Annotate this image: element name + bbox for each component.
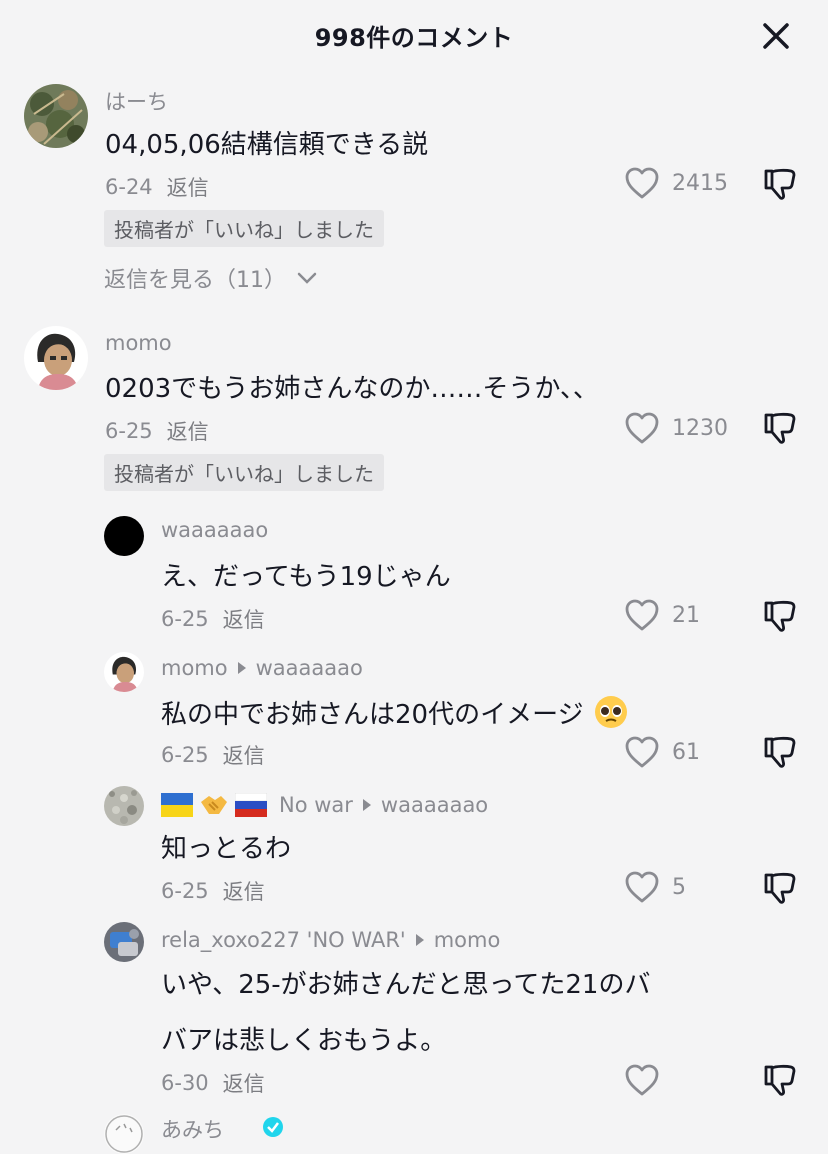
heart-icon (625, 599, 659, 631)
like-button[interactable]: 2415 (624, 166, 728, 200)
reply-username[interactable]: momo (161, 656, 228, 680)
like-count: 21 (672, 602, 700, 628)
avatar[interactable] (104, 786, 144, 826)
reply-text-line: バアは悲しくおもうよ。 (161, 1026, 447, 1056)
reply-text-line: いや、25-がお姉さんだと思ってた21のバ (161, 970, 651, 1000)
like-button[interactable]: 1230 (624, 411, 728, 445)
creator-liked-badge: 投稿者が「いいね」しました (104, 210, 384, 247)
reply-username-row: momo waaaaaao (161, 656, 363, 680)
like-button[interactable]: 61 (624, 735, 700, 769)
reply-button[interactable]: 返信 (223, 876, 265, 906)
dislike-icon[interactable] (762, 734, 802, 774)
reply-text: 知っとるわ (161, 834, 292, 864)
heart-icon (625, 871, 659, 903)
avatar[interactable] (104, 516, 144, 556)
reply-arrow-icon (237, 662, 246, 674)
reply-button[interactable]: 返信 (167, 172, 209, 202)
chevron-down-icon (297, 272, 317, 284)
reply-text: 私の中でお姉さんは20代のイメージ (161, 694, 628, 736)
like-button[interactable] (624, 1063, 672, 1097)
reply-date: 6-25 (161, 879, 209, 903)
reply-username[interactable]: No war (279, 793, 353, 817)
heart-icon (625, 167, 659, 199)
reply-date: 6-25 (161, 607, 209, 631)
reply-username[interactable]: waaaaaao (161, 518, 268, 542)
view-replies-label: 返信を見る（11） (104, 268, 286, 293)
dislike-icon[interactable] (762, 410, 802, 450)
reply-meta: 6-25 返信 (161, 740, 265, 770)
like-count: 5 (672, 874, 686, 900)
reply-button[interactable]: 返信 (167, 416, 209, 446)
reply-username-row: No war waaaaaao (161, 792, 488, 818)
like-button[interactable]: 5 (624, 870, 686, 904)
comment-count-title: 998件のコメント (314, 24, 514, 52)
reply-date: 6-25 (161, 743, 209, 767)
flags-emoji-group (161, 792, 267, 818)
reply-button[interactable]: 返信 (223, 740, 265, 770)
like-count: 61 (672, 739, 700, 765)
reply-to-username[interactable]: waaaaaao (381, 793, 488, 817)
comment-meta: 6-24 返信 (105, 172, 209, 202)
comment-meta: 6-25 返信 (105, 416, 209, 446)
like-count: 2415 (672, 170, 728, 196)
comment-text: 0203でもうお姉さんなのか……そうか、、 (105, 374, 599, 404)
verified-badge-icon (262, 1116, 284, 1143)
creator-liked-badge: 投稿者が「いいね」しました (104, 454, 384, 491)
view-replies-button[interactable]: 返信を見る（11） (104, 262, 318, 294)
dislike-icon[interactable] (762, 870, 802, 910)
comments-header: 998件のコメント (0, 0, 828, 68)
comment-date: 6-24 (105, 175, 153, 199)
comment-username[interactable]: はーち (105, 86, 168, 116)
reply-arrow-icon (415, 934, 424, 946)
like-count: 1230 (672, 415, 728, 441)
pleading-face-emoji-icon (594, 695, 628, 736)
heart-icon (625, 1064, 659, 1096)
reply-meta: 6-30 返信 (161, 1068, 265, 1098)
reply-meta: 6-25 返信 (161, 876, 265, 906)
reply-username-row: rela_xoxo227 'NO WAR' momo (161, 928, 500, 952)
heart-icon (625, 412, 659, 444)
reply-meta: 6-25 返信 (161, 604, 265, 634)
reply-text: え、だってもう19じゃん (161, 562, 451, 592)
close-icon[interactable] (756, 16, 796, 56)
comment-username[interactable]: momo (105, 331, 172, 355)
reply-text-content: 私の中でお姉さんは20代のイメージ (161, 700, 584, 730)
heart-icon (625, 736, 659, 768)
like-button[interactable]: 21 (624, 598, 700, 632)
reply-to-username[interactable]: momo (434, 928, 501, 952)
dislike-icon[interactable] (762, 1062, 802, 1102)
reply-button[interactable]: 返信 (223, 1068, 265, 1098)
avatar[interactable] (24, 84, 88, 148)
avatar[interactable] (104, 1114, 144, 1154)
avatar[interactable] (24, 326, 88, 390)
reply-arrow-icon (362, 799, 371, 811)
comment-text: 04,05,06結構信頼できる説 (105, 130, 429, 160)
handshake-icon (201, 796, 227, 814)
reply-button[interactable]: 返信 (223, 604, 265, 634)
russia-flag-icon (235, 793, 267, 817)
reply-username[interactable]: rela_xoxo227 'NO WAR' (161, 928, 406, 952)
reply-to-username[interactable]: waaaaaao (256, 656, 363, 680)
avatar[interactable] (104, 922, 144, 962)
avatar[interactable] (104, 652, 144, 692)
reply-date: 6-30 (161, 1071, 209, 1095)
comment-date: 6-25 (105, 419, 153, 443)
dislike-icon[interactable] (762, 166, 802, 206)
ukraine-flag-icon (161, 793, 193, 817)
dislike-icon[interactable] (762, 598, 802, 638)
